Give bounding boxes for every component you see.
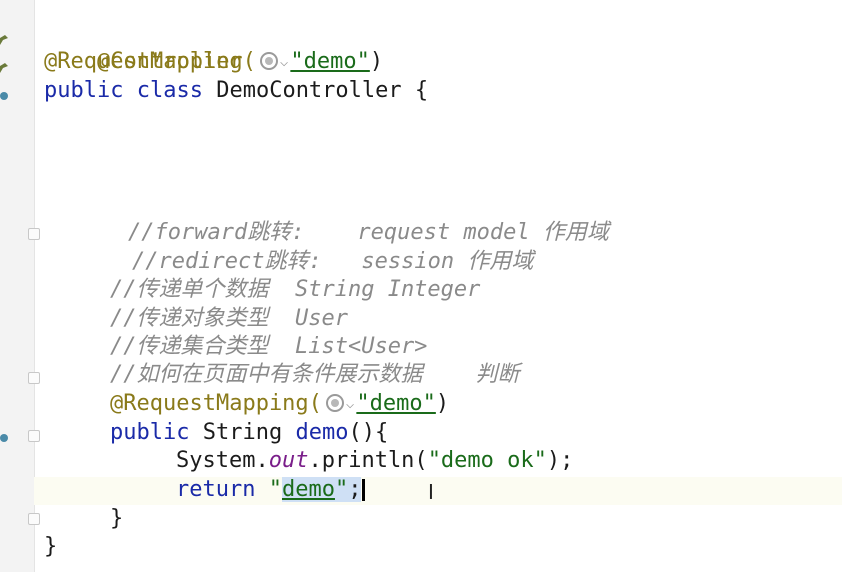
code-line-return[interactable]: return "demo"; — [176, 476, 366, 504]
chevron-down-icon[interactable]: ⌵ — [280, 54, 288, 70]
class-name: DemoController { — [216, 78, 429, 103]
fold-marker-start[interactable] — [28, 228, 40, 240]
code-line-3: public class DemoController { — [44, 77, 428, 105]
editor-gutter — [0, 0, 40, 572]
quote-open: " — [268, 477, 282, 502]
method-request-mapping: @RequestMapping( — [110, 391, 322, 416]
text-caret — [362, 479, 366, 501]
comment-redirect: //redirect跳转: session 作用域 — [132, 249, 534, 274]
request-mapping-icon[interactable] — [0, 58, 8, 73]
paren-close: ) — [435, 391, 450, 416]
class-bean-icon[interactable] — [0, 86, 8, 100]
method-mapping-icon[interactable] — [0, 428, 8, 442]
code-line-println: System.out.println("demo ok"); — [176, 447, 573, 475]
code-editor[interactable]: @Controller @RequestMapping(⌵"demo") pub… — [44, 0, 842, 572]
method-signature-rest: (){ — [348, 420, 389, 445]
println-arg: "demo ok" — [427, 448, 547, 473]
chevron-down-icon[interactable]: ⌵ — [346, 396, 354, 412]
comment-object: //传递对象类型 User — [110, 306, 348, 331]
method-mapping-value-link[interactable]: "demo" — [356, 391, 435, 416]
println-call: .println( — [308, 448, 428, 473]
code-line-2: @RequestMapping( ⌵"demo") — [44, 48, 383, 76]
method-fold-start[interactable] — [28, 430, 40, 442]
bean-annotation-icon[interactable] — [0, 30, 8, 45]
fold-marker-end[interactable] — [28, 372, 40, 384]
method-fold-end[interactable] — [28, 513, 40, 525]
keyword-public: public — [44, 78, 124, 103]
method-close-brace: } — [110, 506, 124, 531]
code-line-method-annotation: @RequestMapping( ⌵"demo") — [110, 390, 449, 418]
return-value-selected[interactable]: demo — [281, 477, 335, 502]
method-name: demo — [295, 420, 349, 445]
return-type: String — [202, 420, 283, 445]
semicolon: ; — [348, 477, 362, 502]
keyword-return: return — [176, 477, 256, 502]
ibeam-cursor-icon: Ι — [428, 480, 434, 504]
quote-close: " — [334, 477, 349, 502]
code-line-method-signature: public String demo(){ — [110, 419, 388, 447]
comment-condition: //如何在页面中有条件展示数据 判断 — [110, 362, 520, 387]
system-object: System. — [176, 448, 269, 473]
out-field: out — [268, 448, 309, 473]
println-end: ); — [546, 448, 574, 473]
mapping-value-link[interactable]: "demo" — [290, 49, 369, 74]
annotation-request-mapping: @RequestMapping( — [44, 49, 256, 74]
paren-close: ) — [369, 49, 384, 74]
class-close-brace: } — [44, 534, 58, 559]
globe-icon[interactable] — [259, 52, 278, 70]
comment-single: //传递单个数据 String Integer — [110, 277, 481, 302]
comment-forward: //forward跳转: request model 作用域 — [128, 220, 609, 245]
globe-icon[interactable] — [325, 394, 344, 412]
keyword-public: public — [110, 420, 190, 445]
code-line-1: @Controller — [44, 20, 243, 74]
keyword-class: class — [136, 78, 203, 103]
comment-collection: //传递集合类型 List<User> — [110, 334, 428, 359]
